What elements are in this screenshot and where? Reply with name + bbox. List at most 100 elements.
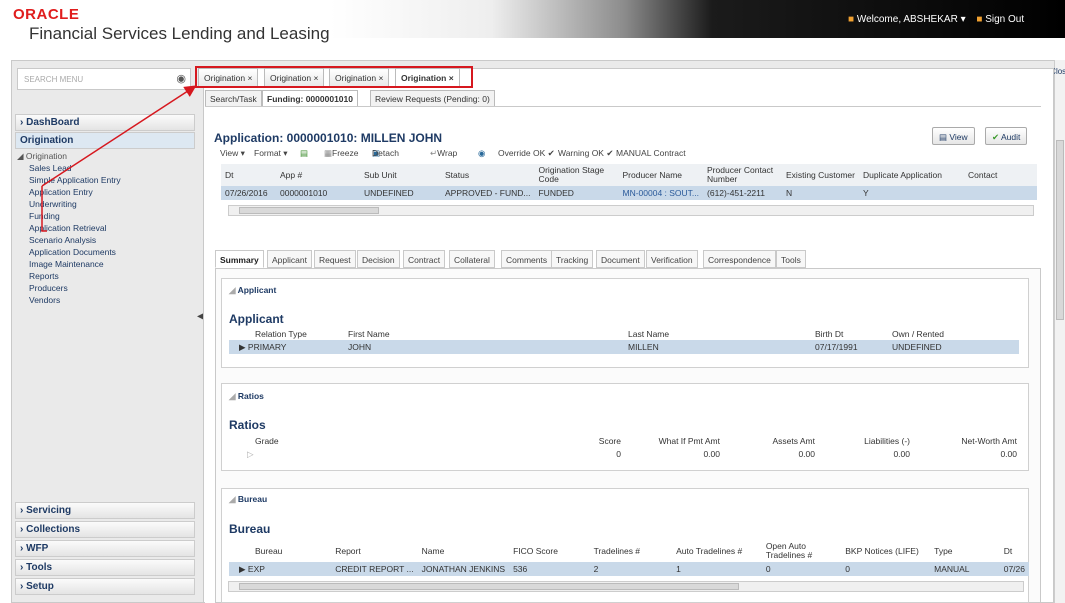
cell: UNDEFINED bbox=[888, 340, 1019, 354]
col-birth-dt[interactable]: Birth Dt bbox=[811, 327, 888, 340]
col-first-name[interactable]: First Name bbox=[344, 327, 624, 340]
view-menu[interactable]: View ▾ bbox=[220, 148, 245, 159]
cell: 07/26 bbox=[999, 562, 1029, 576]
col-last-name[interactable]: Last Name bbox=[624, 327, 811, 340]
subtab-funding[interactable]: Funding: 0000001010 bbox=[262, 90, 358, 106]
table-row[interactable]: ▷ 0 0.00 0.00 0.00 0.00 bbox=[229, 447, 1021, 461]
search-menu-input[interactable]: SEARCH MENU ◉ bbox=[17, 68, 191, 90]
freeze-button[interactable]: ▦ Freeze bbox=[324, 148, 359, 159]
view-button[interactable]: ▤ View bbox=[932, 127, 975, 145]
audit-button[interactable]: ✔ Audit bbox=[985, 127, 1028, 145]
tab-request[interactable]: Request bbox=[314, 250, 356, 268]
bureau-hscrollbar[interactable] bbox=[228, 581, 1024, 592]
tab-applicant[interactable]: Applicant bbox=[267, 250, 312, 268]
sidebar-item-application-documents[interactable]: Application Documents bbox=[29, 247, 116, 257]
col-bkp-notices[interactable]: BKP Notices (LIFE) bbox=[841, 540, 930, 562]
page-scrollbar[interactable] bbox=[1054, 60, 1065, 603]
sidebar-item-vendors[interactable]: Vendors bbox=[29, 295, 60, 305]
tab-comments[interactable]: Comments bbox=[501, 250, 553, 268]
col-sub-unit[interactable]: Sub Unit bbox=[360, 164, 441, 186]
format-menu[interactable]: Format ▾ bbox=[254, 148, 288, 159]
col-score[interactable]: Score bbox=[559, 434, 625, 447]
tree-root[interactable]: ◢ Origination bbox=[17, 151, 67, 162]
col-dt[interactable]: Dt bbox=[221, 164, 276, 186]
binoculars-icon[interactable]: ◉ bbox=[176, 72, 186, 85]
sidebar-item-reports[interactable]: Reports bbox=[29, 271, 59, 281]
sidebar-item-application-entry[interactable]: Application Entry bbox=[29, 187, 93, 197]
sidebar-item-underwriting[interactable]: Underwriting bbox=[29, 199, 77, 209]
sidebar-section-setup[interactable]: › Setup bbox=[15, 578, 195, 595]
sidebar-section-dashboard[interactable]: › DashBoard bbox=[15, 114, 195, 131]
table-row[interactable]: 07/26/2016 0000001010 UNDEFINED APPROVED… bbox=[221, 186, 1037, 200]
sidebar-item-scenario-analysis[interactable]: Scenario Analysis bbox=[29, 235, 96, 245]
collapse-icon: ◢ bbox=[229, 494, 238, 504]
export-icon[interactable]: ▤ bbox=[300, 148, 308, 159]
sidebar-item-producers[interactable]: Producers bbox=[29, 283, 68, 293]
producer-link[interactable]: MN-00004 : SOUT... bbox=[618, 186, 704, 200]
ratios-section-header[interactable]: ◢ Ratios bbox=[222, 384, 1028, 404]
tab-tools[interactable]: Tools bbox=[776, 250, 806, 268]
col-relation-type[interactable]: Relation Type bbox=[229, 327, 344, 340]
col-what-if-pmt[interactable]: What If Pmt Amt bbox=[625, 434, 724, 447]
col-contact[interactable]: Contact bbox=[964, 164, 1037, 186]
sidebar-item-image-maintenance[interactable]: Image Maintenance bbox=[29, 259, 104, 269]
expand-icon[interactable]: ▶ bbox=[239, 342, 248, 352]
tab-contract[interactable]: Contract bbox=[403, 250, 446, 268]
col-name[interactable]: Name bbox=[418, 540, 509, 562]
col-open-auto-tradelines[interactable]: Open Auto Tradelines # bbox=[762, 540, 841, 562]
tab-tracking[interactable]: Tracking bbox=[551, 250, 594, 268]
col-bureau[interactable]: Bureau bbox=[229, 540, 331, 562]
col-tradelines[interactable]: Tradelines # bbox=[590, 540, 673, 562]
cell: APPROVED - FUND... bbox=[441, 186, 535, 200]
application-grid: Dt App # Sub Unit Status Origination Sta… bbox=[221, 164, 1037, 200]
expand-icon[interactable]: ▷ bbox=[247, 449, 254, 459]
col-report[interactable]: Report bbox=[331, 540, 417, 562]
bureau-section-header[interactable]: ◢ Bureau bbox=[222, 489, 1028, 509]
user-area: ■ Welcome, ABSHEKAR ▾ ■ Sign Out bbox=[848, 14, 1024, 25]
col-app-number[interactable]: App # bbox=[276, 164, 360, 186]
col-fico-score[interactable]: FICO Score bbox=[509, 540, 590, 562]
col-producer-name[interactable]: Producer Name bbox=[618, 164, 703, 186]
tab-correspondence[interactable]: Correspondence bbox=[703, 250, 776, 268]
sidebar-section-tools[interactable]: › Tools bbox=[15, 559, 195, 576]
sidebar-section-wfp[interactable]: › WFP bbox=[15, 540, 195, 557]
tab-verification[interactable]: Verification bbox=[646, 250, 698, 268]
col-bureau-dt[interactable]: Dt bbox=[1000, 540, 1029, 562]
expand-icon[interactable]: ▶ bbox=[239, 564, 248, 574]
sidebar-section-collections[interactable]: › Collections bbox=[15, 521, 195, 538]
sidebar-section-origination[interactable]: Origination bbox=[15, 132, 195, 149]
col-producer-contact[interactable]: Producer Contact Number bbox=[703, 164, 782, 186]
col-status[interactable]: Status bbox=[441, 164, 534, 186]
col-existing-customer[interactable]: Existing Customer bbox=[782, 164, 859, 186]
sign-out-link[interactable]: Sign Out bbox=[985, 14, 1024, 25]
welcome-menu[interactable]: Welcome, ABSHEKAR ▾ bbox=[857, 14, 966, 25]
sidebar-item-simple-application-entry[interactable]: Simple Application Entry bbox=[29, 175, 121, 185]
col-duplicate-application[interactable]: Duplicate Application bbox=[859, 164, 964, 186]
sidebar-item-sales-lead[interactable]: Sales Lead bbox=[29, 163, 72, 173]
cell: N bbox=[782, 186, 860, 200]
col-own-rented[interactable]: Own / Rented bbox=[888, 327, 1019, 340]
sidebar-section-servicing[interactable]: › Servicing bbox=[15, 502, 195, 519]
sidebar-item-application-retrieval[interactable]: Application Retrieval bbox=[29, 223, 106, 233]
col-assets-amt[interactable]: Assets Amt bbox=[724, 434, 819, 447]
col-origination-stage[interactable]: Origination Stage Code bbox=[534, 164, 618, 186]
tab-collateral[interactable]: Collateral bbox=[449, 250, 495, 268]
col-liabilities[interactable]: Liabilities (-) bbox=[819, 434, 914, 447]
tab-document[interactable]: Document bbox=[596, 250, 645, 268]
col-auto-tradelines[interactable]: Auto Tradelines # bbox=[672, 540, 762, 562]
sidebar-item-funding[interactable]: Funding bbox=[29, 211, 60, 221]
col-grade[interactable]: Grade bbox=[229, 434, 559, 447]
col-net-worth[interactable]: Net-Worth Amt bbox=[914, 434, 1021, 447]
subtab-review-requests[interactable]: Review Requests (Pending: 0) bbox=[370, 90, 495, 106]
tab-decision[interactable]: Decision bbox=[357, 250, 400, 268]
wrap-button[interactable]: ↵ Wrap bbox=[430, 148, 457, 159]
cell: ▶ PRIMARY bbox=[229, 340, 344, 354]
subtab-search-task[interactable]: Search/Task bbox=[205, 90, 262, 106]
tab-summary[interactable]: Summary bbox=[215, 250, 264, 268]
grid-hscrollbar[interactable] bbox=[228, 205, 1034, 216]
applicant-section-header[interactable]: ◢ Applicant bbox=[222, 279, 1028, 299]
table-row[interactable]: ▶ PRIMARY JOHN MILLEN 07/17/1991 UNDEFIN… bbox=[229, 340, 1019, 354]
refresh-icon[interactable]: ◉ bbox=[478, 148, 485, 159]
table-row[interactable]: ▶ EXP CREDIT REPORT ... JONATHAN JENKINS… bbox=[229, 562, 1029, 576]
col-type[interactable]: Type bbox=[930, 540, 1000, 562]
